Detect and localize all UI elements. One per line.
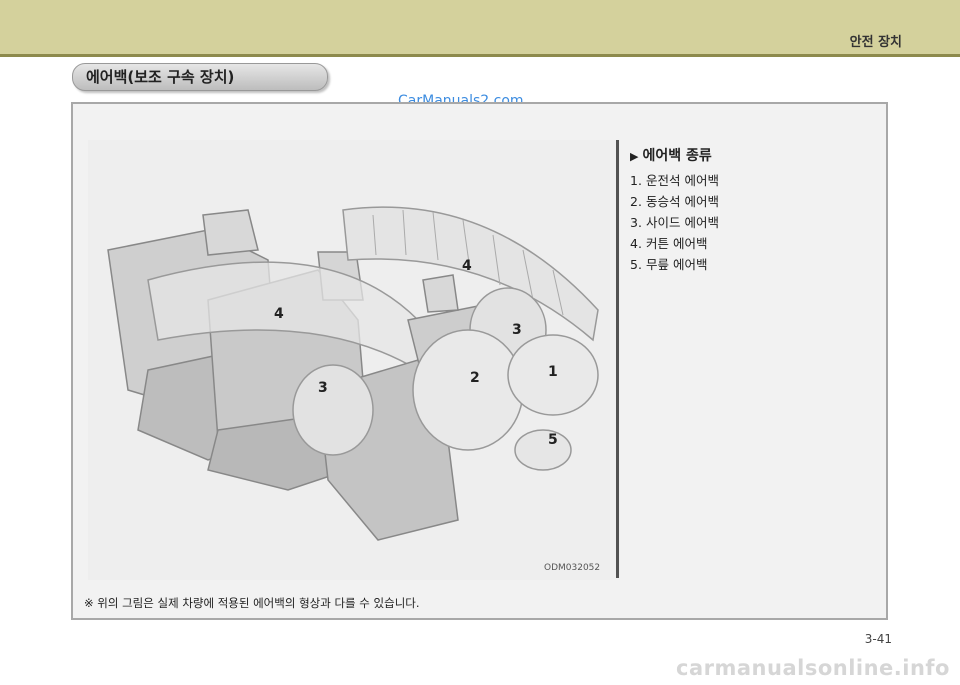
callout-3-driver-side: 3 bbox=[318, 380, 328, 396]
callout-2: 2 bbox=[470, 370, 480, 386]
airbag-type-list: 1. 운전석 에어백 2. 동승석 에어백 3. 사이드 에어백 4. 커튼 에어백 5… bbox=[630, 170, 719, 275]
callout-4-curtain-rear: 4 bbox=[274, 306, 284, 322]
page-number: 3-41 bbox=[864, 632, 892, 646]
types-title-text: 에어백 종류 bbox=[642, 148, 712, 164]
callout-5: 5 bbox=[548, 432, 558, 448]
watermark-footer: carmanualsonline.info bbox=[676, 656, 950, 680]
list-item: 1. 운전석 에어백 bbox=[630, 173, 719, 188]
list-item: 4. 커튼 에어백 bbox=[630, 236, 708, 251]
figure-code: ODM032052 bbox=[544, 563, 601, 573]
callout-1: 1 bbox=[548, 364, 558, 380]
header-divider bbox=[0, 54, 960, 57]
callout-3-passenger-side: 3 bbox=[512, 322, 522, 338]
triangle-icon: ▶ bbox=[630, 150, 639, 163]
section-title: 안전 장치 bbox=[849, 35, 902, 50]
header-band bbox=[0, 0, 960, 54]
page-heading: 에어백(보조 구속 장치) bbox=[86, 68, 235, 86]
types-title: ▶ 에어백 종류 bbox=[630, 145, 712, 165]
list-item: 2. 동승석 에어백 bbox=[630, 194, 719, 209]
figure-note: ※ 위의 그림은 실제 차량에 적용된 에어백의 형상과 다를 수 있습니다. bbox=[84, 596, 420, 610]
callout-4-curtain: 4 bbox=[462, 258, 472, 274]
vertical-divider bbox=[616, 140, 619, 578]
airbag-illustration: 4 4 3 3 2 1 5 bbox=[88, 140, 610, 580]
list-item: 5. 무릎 에어백 bbox=[630, 257, 708, 272]
list-item: 3. 사이드 에어백 bbox=[630, 215, 719, 230]
